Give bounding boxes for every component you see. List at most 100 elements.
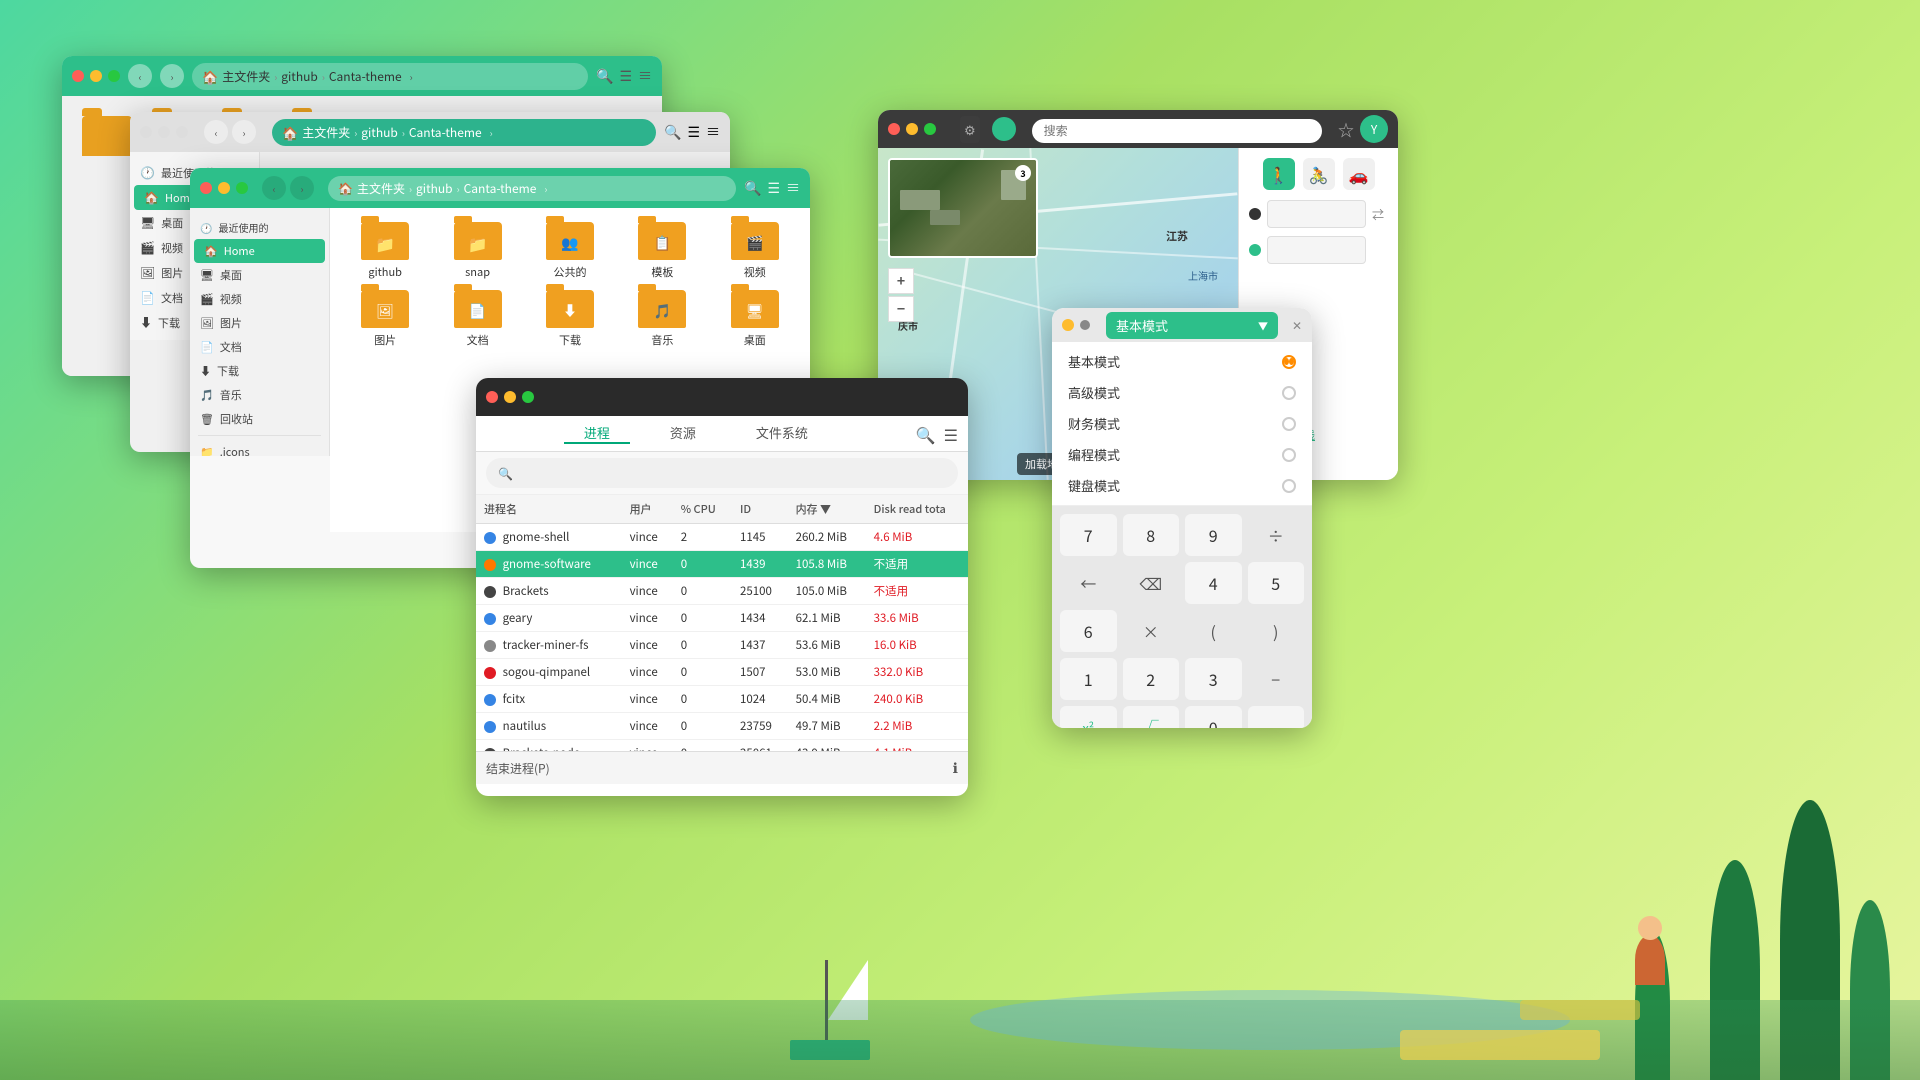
- search-icon-1[interactable]: 🔍: [596, 66, 613, 86]
- calc-close-icon[interactable]: ✕: [1292, 317, 1302, 334]
- btn-0[interactable]: 0: [1185, 706, 1242, 728]
- tab-resources[interactable]: 资源: [650, 423, 716, 444]
- table-row[interactable]: nautilus vince 0 23759 49.7 MiB 2.2 MiB: [476, 713, 968, 740]
- search-icon-3[interactable]: 🔍: [744, 178, 761, 198]
- table-row[interactable]: Brackets vince 0 25100 105.0 MiB 不适用: [476, 578, 968, 605]
- list-icon-3[interactable]: ☰: [767, 178, 780, 198]
- breadcrumb-github-2[interactable]: github: [361, 124, 398, 141]
- folder-music-3[interactable]: 🎵 音乐: [621, 290, 703, 348]
- btn-3[interactable]: 3: [1185, 658, 1242, 700]
- btn-9[interactable]: 9: [1185, 514, 1242, 556]
- sidebar-pics-3[interactable]: 🖼图片: [190, 311, 329, 335]
- breadcrumb-github-1[interactable]: github: [281, 68, 318, 85]
- back-btn-3[interactable]: ‹: [262, 176, 286, 200]
- folder-public-3[interactable]: 👥 公共的: [529, 222, 611, 280]
- sysmon-minimize-btn[interactable]: [504, 391, 516, 403]
- search-icon-2[interactable]: 🔍: [664, 122, 681, 142]
- calc-basic-mode[interactable]: 基本模式: [1052, 346, 1312, 377]
- route-from-input[interactable]: [1267, 200, 1366, 228]
- btn-backspace[interactable]: ⌫: [1123, 562, 1180, 604]
- btn-close-paren[interactable]: ): [1248, 610, 1305, 652]
- calc-keyboard-mode[interactable]: 键盘模式: [1052, 470, 1312, 501]
- btn-dot[interactable]: .: [1248, 706, 1305, 728]
- back-btn-1[interactable]: ‹: [128, 64, 152, 88]
- calc-prog-mode[interactable]: 编程模式: [1052, 439, 1312, 470]
- car-mode-btn[interactable]: 🚗: [1343, 158, 1375, 190]
- folder-dl-3[interactable]: ⬇ 下载: [529, 290, 611, 348]
- btn-8[interactable]: 8: [1123, 514, 1180, 556]
- zoom-out-btn[interactable]: −: [888, 296, 914, 322]
- walk-mode-btn[interactable]: 🚶: [1263, 158, 1295, 190]
- maximize-btn-2[interactable]: [176, 126, 188, 138]
- btn-2[interactable]: 2: [1123, 658, 1180, 700]
- table-row[interactable]: Brackets-node vince 0 25061 43.9 MiB 4.1…: [476, 740, 968, 752]
- btn-1[interactable]: 1: [1060, 658, 1117, 700]
- minimize-btn-3[interactable]: [218, 182, 230, 194]
- calculator-window[interactable]: 基本模式 ▼ ✕ 基本模式 高级模式 财务模式 编程模式 键盘模式: [1052, 308, 1312, 728]
- col-memory[interactable]: 内存 ▼: [788, 495, 866, 524]
- sidebar-desktop-3[interactable]: 🖥桌面: [190, 263, 329, 287]
- col-id[interactable]: ID: [732, 495, 788, 524]
- maximize-btn-3[interactable]: [236, 182, 248, 194]
- sidebar-docs-3[interactable]: 📄文档: [190, 335, 329, 359]
- col-process-name[interactable]: 进程名: [476, 495, 622, 524]
- sidebar-trash-3[interactable]: 🗑回收站: [190, 407, 329, 431]
- bike-mode-btn[interactable]: 🚴: [1303, 158, 1335, 190]
- settings-icon[interactable]: ⚙: [964, 120, 976, 139]
- list-icon-2[interactable]: ☰: [687, 122, 700, 142]
- calc-advanced-mode[interactable]: 高级模式: [1052, 377, 1312, 408]
- btn-sqrt[interactable]: √: [1123, 706, 1180, 728]
- col-disk[interactable]: Disk read tota: [866, 495, 968, 524]
- btn-4[interactable]: 4: [1185, 562, 1242, 604]
- col-cpu[interactable]: % CPU: [673, 495, 732, 524]
- minimize-btn-2[interactable]: [158, 126, 170, 138]
- folder-pics-3[interactable]: 🖼 图片: [344, 290, 426, 348]
- table-row[interactable]: tracker-miner-fs vince 0 1437 53.6 MiB 1…: [476, 632, 968, 659]
- back-btn-2[interactable]: ‹: [204, 120, 228, 144]
- sidebar-home-3[interactable]: 🏠Home: [194, 239, 325, 263]
- breadcrumb-home-1[interactable]: 主文件夹: [222, 68, 270, 85]
- sysmon-menu-icon[interactable]: ☰: [944, 422, 958, 446]
- map-star-icon[interactable]: ☆: [1338, 117, 1354, 141]
- map-search-input[interactable]: [1032, 119, 1322, 143]
- menu-icon-3[interactable]: ≡: [786, 178, 800, 198]
- process-search-input[interactable]: [519, 462, 946, 484]
- map-minimize-btn[interactable]: [906, 123, 918, 135]
- btn-div[interactable]: ÷: [1248, 514, 1305, 556]
- table-row[interactable]: sogou-qimpanel vince 0 1507 53.0 MiB 332…: [476, 659, 968, 686]
- sysmon-maximize-btn[interactable]: [522, 391, 534, 403]
- sidebar-music-3[interactable]: 🎵音乐: [190, 383, 329, 407]
- breadcrumb-canta-3[interactable]: Canta-theme: [464, 180, 537, 197]
- folder-desktop-3[interactable]: 🖥 桌面: [714, 290, 796, 348]
- forward-btn-1[interactable]: ›: [160, 64, 184, 88]
- col-user[interactable]: 用户: [622, 495, 673, 524]
- breadcrumb-github-3[interactable]: github: [416, 180, 453, 197]
- sysmon-search-icon[interactable]: 🔍: [916, 422, 936, 446]
- calc-tl-yellow[interactable]: [1062, 319, 1074, 331]
- tab-process[interactable]: 进程: [564, 423, 630, 444]
- map-maximize-btn[interactable]: [924, 123, 936, 135]
- minimize-btn-1[interactable]: [90, 70, 102, 82]
- folder-snap-3[interactable]: 📁 snap: [436, 222, 518, 280]
- breadcrumb-canta-1[interactable]: Canta-theme: [329, 68, 402, 85]
- menu-icon-1[interactable]: ≡: [638, 66, 652, 86]
- sysmon-close-btn[interactable]: [486, 391, 498, 403]
- system-monitor-window[interactable]: 进程 资源 文件系统 🔍 ☰ 🔍 进程名: [476, 378, 968, 796]
- breadcrumb-home-2[interactable]: 主文件夹: [302, 124, 350, 141]
- list-view-icon-1[interactable]: ☰: [619, 66, 632, 86]
- route-to-input[interactable]: [1267, 236, 1366, 264]
- close-btn-1[interactable]: [72, 70, 84, 82]
- end-process-btn[interactable]: 结束进程(P): [486, 760, 550, 777]
- table-row[interactable]: geary vince 0 1434 62.1 MiB 33.6 MiB: [476, 605, 968, 632]
- forward-btn-2[interactable]: ›: [232, 120, 256, 144]
- btn-square[interactable]: x²: [1060, 706, 1117, 728]
- breadcrumb-canta-2[interactable]: Canta-theme: [409, 124, 482, 141]
- breadcrumb-home-3[interactable]: 主文件夹: [357, 180, 405, 197]
- calc-finance-mode[interactable]: 财务模式: [1052, 408, 1312, 439]
- table-row[interactable]: gnome-shell vince 2 1145 260.2 MiB 4.6 M…: [476, 524, 968, 551]
- maximize-btn-1[interactable]: [108, 70, 120, 82]
- sidebar-recent-3[interactable]: 🕐最近使用的: [190, 216, 329, 239]
- btn-6[interactable]: 6: [1060, 610, 1117, 652]
- map-close-btn[interactable]: [888, 123, 900, 135]
- table-row[interactable]: gnome-software vince 0 1439 105.8 MiB 不适…: [476, 551, 968, 578]
